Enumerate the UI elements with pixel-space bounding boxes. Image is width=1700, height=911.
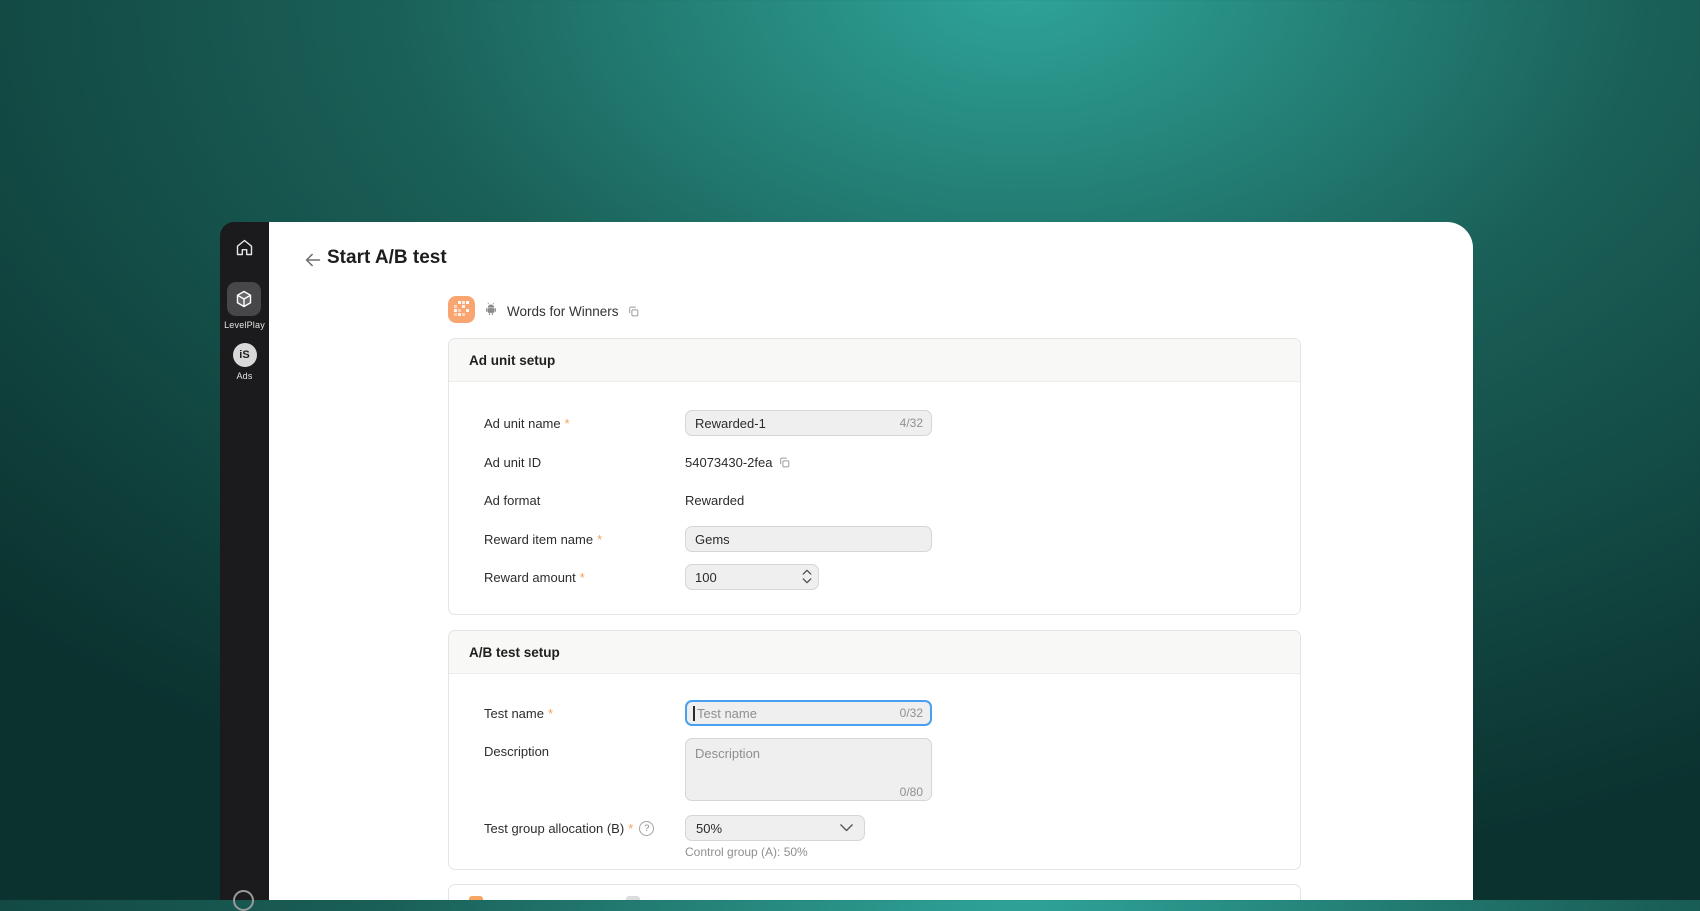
allocation-select[interactable]: 50% bbox=[685, 815, 865, 841]
char-counter: 0/32 bbox=[900, 706, 923, 720]
app-row: Words for Winners bbox=[448, 298, 640, 325]
field-label: Ad unit name* bbox=[484, 416, 570, 431]
description-row: Description 0/80 bbox=[449, 738, 1300, 801]
main-panel: Start A/B test bbox=[269, 222, 1473, 900]
back-button[interactable] bbox=[302, 249, 324, 271]
sidebar-item-home[interactable] bbox=[234, 237, 255, 263]
description-textarea[interactable] bbox=[685, 738, 932, 801]
ad-unit-setup-card: Ad unit setup Ad unit name* 4/32 Ad unit… bbox=[448, 338, 1301, 615]
text-caret bbox=[693, 706, 695, 721]
char-counter: 0/80 bbox=[900, 785, 923, 799]
app-name: Words for Winners bbox=[507, 304, 619, 319]
levelplay-icon bbox=[227, 282, 261, 316]
reward-amount-input[interactable] bbox=[685, 564, 819, 590]
required-marker: * bbox=[580, 570, 585, 585]
field-label: Test name* bbox=[484, 706, 553, 721]
app-icon bbox=[448, 296, 475, 328]
chevron-down-icon bbox=[839, 821, 854, 836]
field-label: Reward amount* bbox=[484, 570, 585, 585]
reward-item-name-row: Reward item name* bbox=[449, 525, 1300, 553]
section-header: Ad unit setup bbox=[449, 339, 1300, 382]
field-label: Description bbox=[484, 744, 549, 759]
ironsource-icon: iS bbox=[233, 343, 257, 367]
field-label: Ad format bbox=[484, 493, 540, 508]
required-marker: * bbox=[597, 532, 602, 547]
char-counter: 4/32 bbox=[900, 416, 923, 430]
ad-unit-name-row: Ad unit name* 4/32 bbox=[449, 409, 1300, 437]
help-icon[interactable] bbox=[233, 890, 254, 911]
reward-amount-row: Reward amount* bbox=[449, 563, 1300, 591]
field-label: Ad unit ID bbox=[484, 455, 541, 470]
ad-unit-id-value: 54073430-2fea bbox=[685, 455, 772, 470]
group-a-chip bbox=[469, 896, 483, 900]
reward-item-name-input[interactable] bbox=[685, 526, 932, 552]
required-marker: * bbox=[628, 821, 633, 836]
help-tooltip-icon[interactable]: ? bbox=[639, 821, 654, 836]
ad-unit-name-input[interactable] bbox=[685, 410, 932, 436]
allocation-value: 50% bbox=[696, 821, 722, 836]
number-stepper[interactable] bbox=[802, 568, 812, 585]
sidebar: LevelPlay iS Ads bbox=[220, 222, 269, 900]
test-name-row: Test name* 0/32 bbox=[449, 699, 1300, 727]
ad-format-row: Ad format Rewarded bbox=[449, 486, 1300, 514]
sidebar-item-label: Ads bbox=[236, 371, 252, 381]
section-title: Ad unit setup bbox=[469, 353, 555, 368]
sidebar-item-ads[interactable]: iS Ads bbox=[233, 343, 257, 381]
test-name-input[interactable] bbox=[685, 700, 932, 726]
page-title: Start A/B test bbox=[327, 247, 447, 269]
section-header: A/B test setup bbox=[449, 631, 1300, 674]
android-icon bbox=[483, 301, 499, 322]
copy-ad-unit-id-icon[interactable] bbox=[778, 456, 791, 469]
required-marker: * bbox=[548, 706, 553, 721]
group-b-chip bbox=[626, 896, 640, 900]
field-label: Test group allocation (B)* ? bbox=[484, 821, 654, 836]
ad-unit-id-row: Ad unit ID 54073430-2fea bbox=[449, 448, 1300, 476]
ad-format-value: Rewarded bbox=[685, 493, 744, 508]
section-title: A/B test setup bbox=[469, 645, 560, 660]
next-section-card bbox=[448, 884, 1301, 900]
home-icon bbox=[234, 237, 255, 263]
sidebar-item-label: LevelPlay bbox=[224, 320, 265, 330]
ab-test-setup-card: A/B test setup Test name* 0/32 Descripti… bbox=[448, 630, 1301, 870]
control-group-helper: Control group (A): 50% bbox=[685, 845, 808, 859]
copy-app-name-icon[interactable] bbox=[627, 305, 640, 318]
field-label: Reward item name* bbox=[484, 532, 602, 547]
test-group-allocation-row: Test group allocation (B)* ? 50% bbox=[449, 814, 1300, 842]
sidebar-item-levelplay[interactable]: LevelPlay bbox=[224, 282, 265, 330]
required-marker: * bbox=[565, 416, 570, 431]
